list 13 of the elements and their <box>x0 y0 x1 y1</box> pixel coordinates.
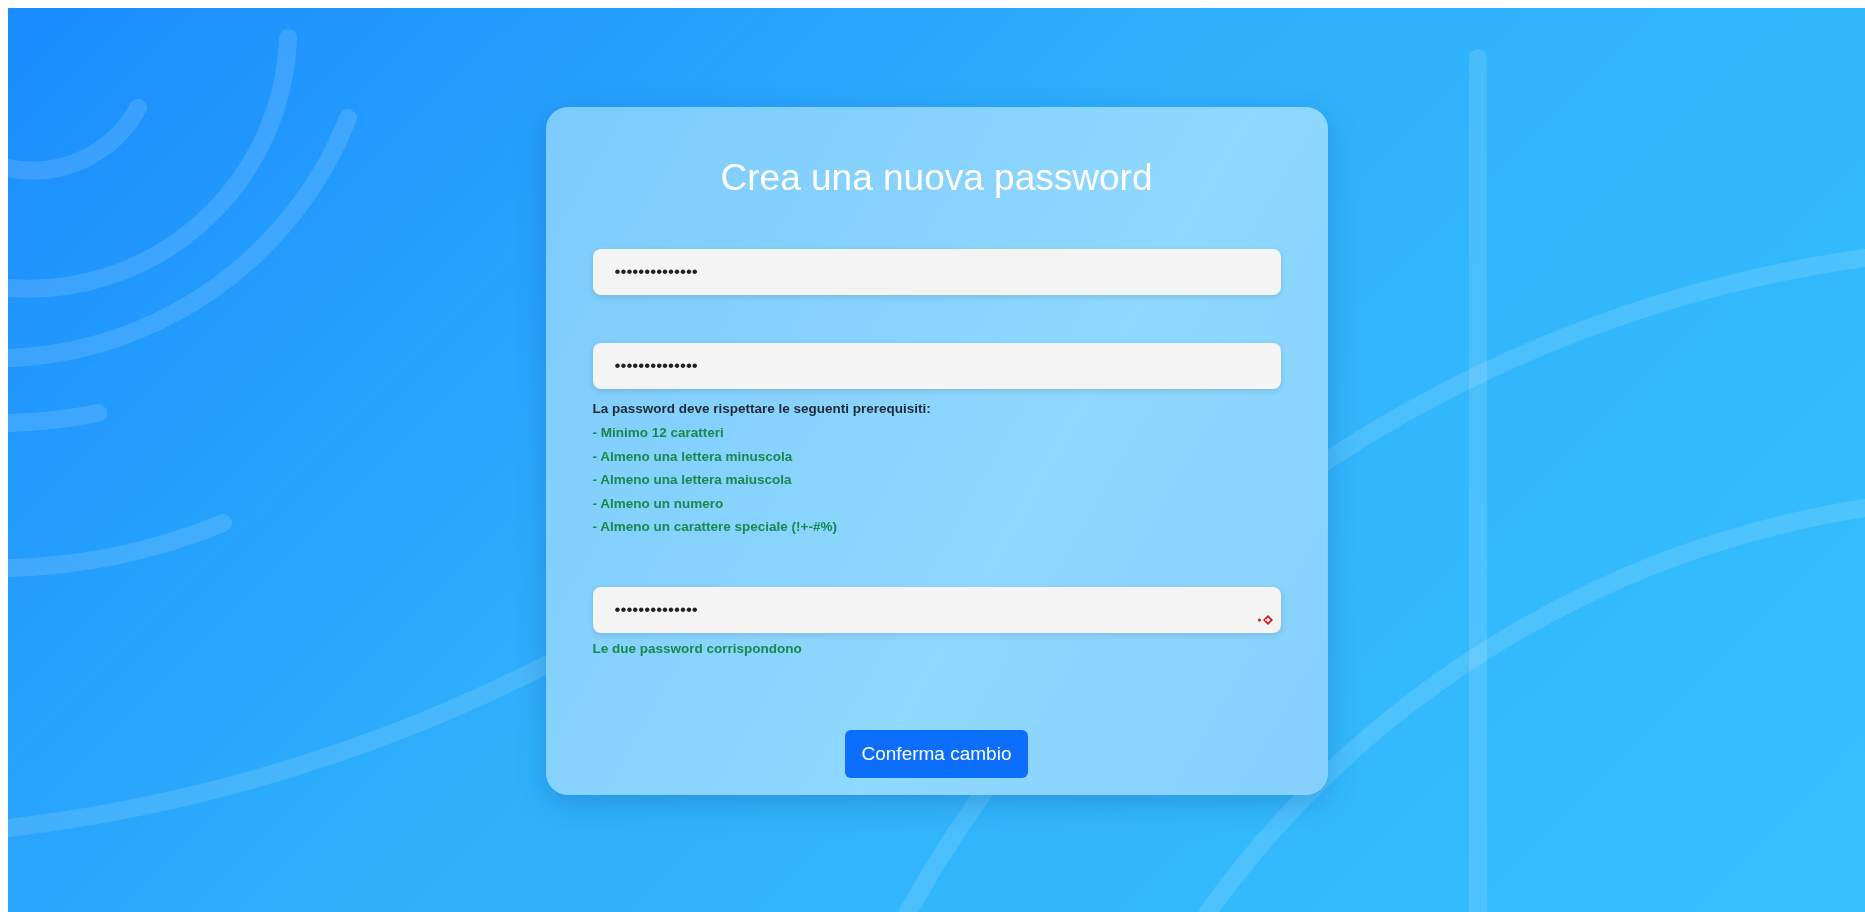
confirm-button[interactable]: Conferma cambio <box>844 730 1029 778</box>
requirement-item: - Almeno una lettera maiuscola <box>592 471 792 489</box>
match-message: Le due password corrispondono <box>592 639 802 658</box>
password-field[interactable]: •••••••••••••• <box>592 343 1281 389</box>
arrow-icon[interactable] <box>1257 612 1274 627</box>
password-field[interactable]: •••••••••••••• <box>592 249 1281 295</box>
card-title: Crea una nuova password <box>720 157 1153 199</box>
password-field[interactable]: •••••••••••••• <box>592 586 1281 633</box>
requirement-item: - Almeno una lettera minuscola <box>592 447 793 466</box>
requirement-item: - Almeno un carattere speciale (!+-#%) <box>592 518 837 536</box>
requirement-item: - Minimo 12 caratteri <box>592 424 724 442</box>
requirements-heading: La password deve rispettare le seguenti prerequisiti: <box>592 400 931 418</box>
requirement-item: - Almeno un numero <box>592 494 724 513</box>
